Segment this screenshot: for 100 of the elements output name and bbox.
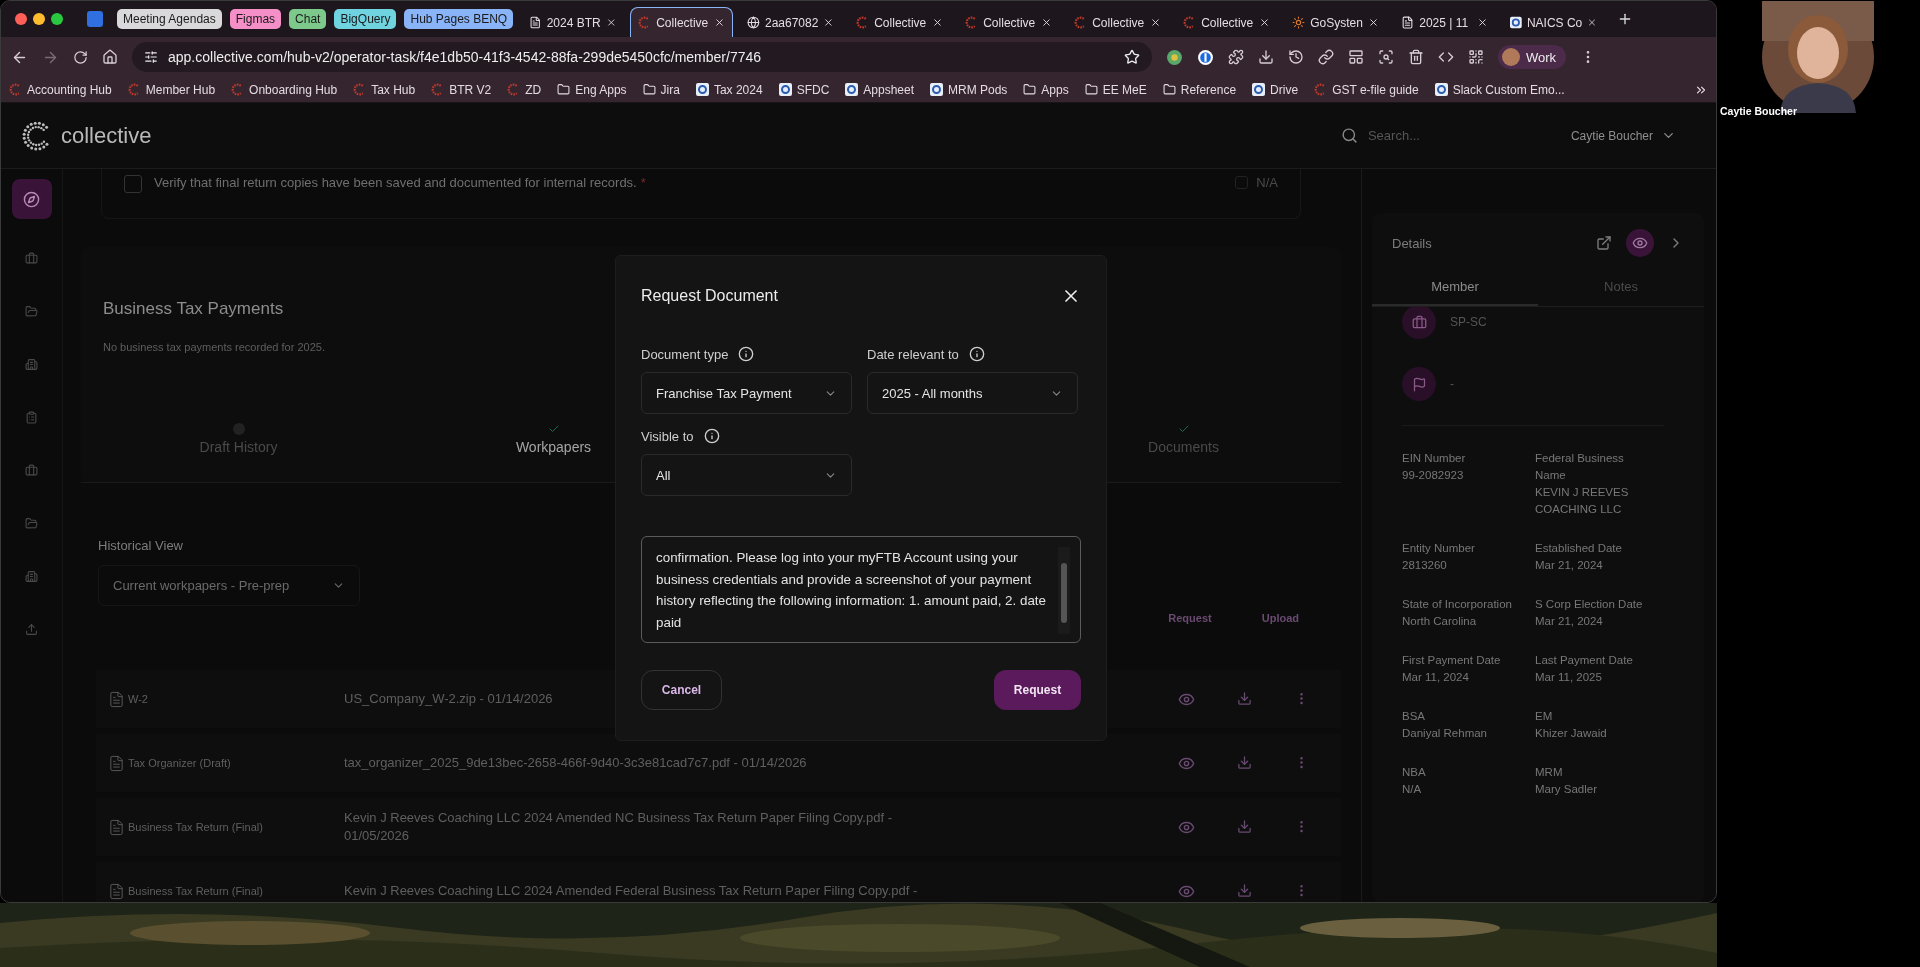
browser-tab[interactable]: Collective (1175, 7, 1279, 37)
profile-button[interactable]: Work (1498, 45, 1567, 69)
document-type: Tax Organizer (Draft) (128, 757, 231, 769)
tab-group[interactable]: BigQuery (334, 9, 397, 29)
tab-group[interactable]: Meeting Agendas (117, 9, 222, 29)
code-icon[interactable] (1438, 49, 1454, 65)
close-icon[interactable] (1041, 17, 1053, 28)
tab-group[interactable]: Chat (289, 9, 327, 29)
tab-group[interactable]: Hub Pages BENQ (404, 9, 514, 29)
browser-tab[interactable]: Collective (957, 7, 1061, 37)
link-icon[interactable] (1318, 49, 1334, 65)
checkbox[interactable] (124, 175, 142, 193)
bookmark[interactable]: Tax Hub (353, 82, 416, 97)
bookmark[interactable]: ZD (507, 82, 542, 97)
field-label: Federal Business Name (1535, 451, 1625, 483)
tab-group[interactable]: Figmas (229, 9, 282, 29)
file-name: tax_organizer_2025_9de13bec-2658-466f-9d40-3c3e81cad7c7.pdf - 01/14/2026 (344, 754, 808, 772)
home-icon[interactable] (102, 49, 118, 65)
bookmark[interactable]: Eng Apps (557, 82, 627, 97)
message-field[interactable]: confirmation. Please log into your myFTB Account using your business credentials and provide a screenshot of your payment history reflecting the following information: 1. amount paid, 2. date paid (641, 536, 1081, 643)
browser-tab[interactable]: Collective (848, 7, 952, 37)
bookmark-star-icon[interactable] (1124, 49, 1140, 65)
close-icon[interactable] (605, 17, 617, 28)
minimize-window-button[interactable] (33, 13, 45, 25)
close-icon[interactable] (932, 17, 944, 28)
bookmark[interactable]: Appsheet (845, 82, 914, 97)
building-icon (25, 569, 38, 583)
browser-tab[interactable]: NAICS Co (1502, 7, 1606, 37)
historical-view-dropdown[interactable]: Current workpapers - Pre-prep (98, 565, 360, 606)
close-icon[interactable] (1368, 17, 1380, 28)
address-bar[interactable]: app.collective.com/hub-v2/operator-task/f4e1db50-41f3-4542-88fa-299de5450cfc/member/7746 (132, 42, 1152, 72)
browser-tab[interactable]: Collective (630, 7, 734, 37)
qr-code-icon[interactable] (1468, 49, 1484, 65)
scan-icon[interactable] (1378, 49, 1394, 65)
bookmark[interactable]: MRM Pods (930, 82, 1008, 97)
upload-icon (25, 622, 38, 636)
bookmark[interactable]: Jira (642, 82, 680, 97)
bookmark[interactable]: SFDC (778, 82, 830, 97)
document-icon (1401, 16, 1415, 29)
folder-icon (642, 83, 656, 96)
field-label: S Corp Election Date (1535, 597, 1644, 612)
close-icon[interactable] (714, 17, 726, 28)
info-icon[interactable] (738, 346, 755, 362)
dropdown[interactable]: Franchise Tax Payment (641, 372, 852, 414)
field-value: Mar 21, 2024 (1535, 614, 1604, 629)
browser-tab[interactable]: 2024 BTR (521, 7, 625, 37)
scrollbar[interactable] (1058, 547, 1070, 634)
panel-tab[interactable]: Member (1372, 273, 1538, 306)
close-icon[interactable] (1259, 17, 1271, 28)
external-link-icon[interactable] (1596, 235, 1612, 251)
request-button[interactable]: Request (994, 670, 1081, 710)
info-icon[interactable] (703, 428, 720, 444)
bookmark[interactable]: Slack Custom Emo... (1434, 82, 1565, 97)
bookmark[interactable]: Accounting Hub (9, 82, 112, 97)
bookmark[interactable]: Member Hub (127, 82, 216, 97)
bookmark[interactable]: Apps (1023, 82, 1069, 97)
download-icon[interactable] (1258, 49, 1274, 65)
close-icon[interactable] (1150, 17, 1162, 28)
close-icon[interactable] (1477, 17, 1489, 28)
browser-tab[interactable]: 2025 | 11 (1393, 7, 1497, 37)
bookmark[interactable]: BTR V2 (431, 82, 492, 97)
close-icon[interactable] (823, 17, 835, 28)
folder-icon (1023, 83, 1037, 96)
bookmark[interactable]: Tax 2024 (695, 82, 763, 97)
layout-icon[interactable] (1348, 49, 1364, 65)
dropdown[interactable]: All (641, 454, 852, 496)
step-tab[interactable]: Workpapers (515, 439, 592, 455)
dropdown[interactable]: 2025 - All months (867, 372, 1078, 414)
reload-icon[interactable] (73, 49, 88, 65)
file-name: US_Company_W-2.zip - 01/14/2026 (344, 690, 554, 708)
user-menu[interactable]: Caytie Boucher (1570, 128, 1676, 143)
history-icon[interactable] (1288, 49, 1304, 65)
maximize-window-button[interactable] (51, 13, 63, 25)
puzzle-icon[interactable] (1228, 49, 1244, 65)
field-label: EIN Number (1402, 451, 1467, 466)
info-icon[interactable] (968, 346, 985, 362)
field-label: Document type (641, 346, 729, 362)
bookmark[interactable]: Onboarding Hub (231, 82, 338, 97)
browser-tab[interactable]: GoSysten (1284, 7, 1388, 37)
document-icon (529, 16, 542, 29)
checklist-text: Verify that final return copies have been saved and documented for internal records. * (154, 175, 646, 190)
url-text: app.collective.com/hub-v2/operator-task/f4e1db50-41f3-4542-88fa-299de5450cfc/member/7746 (168, 49, 762, 65)
browser-tab[interactable]: 2aa67082 (739, 7, 843, 37)
browser-tab[interactable]: Collective (1066, 7, 1170, 37)
trash-icon[interactable] (1408, 49, 1424, 65)
briefcase-icon (1402, 307, 1436, 339)
bookmark[interactable]: Drive (1252, 82, 1299, 97)
password-icon[interactable] (1197, 48, 1214, 66)
field-value: KEVIN J REEVES COACHING LLC (1535, 485, 1630, 517)
cancel-button[interactable]: Cancel (641, 670, 722, 710)
view-button[interactable] (1626, 229, 1654, 257)
site-settings-icon[interactable] (144, 50, 158, 64)
extension-icon[interactable] (1166, 48, 1183, 66)
bookmark[interactable]: GST e-file guide (1314, 82, 1419, 97)
bookmark[interactable]: Reference (1162, 82, 1237, 97)
close-window-button[interactable] (15, 13, 27, 25)
sidebar-item[interactable] (11, 179, 52, 219)
site-icon (1252, 83, 1266, 96)
globe-icon (747, 16, 760, 29)
bookmark[interactable]: EE MeE (1084, 82, 1147, 97)
